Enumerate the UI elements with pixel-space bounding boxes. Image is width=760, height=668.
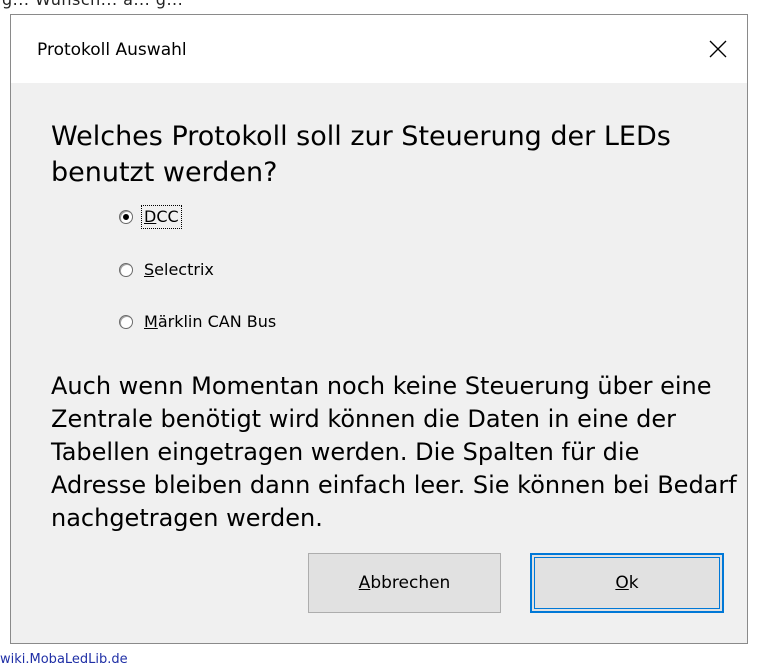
title-bar: Protokoll Auswahl — [11, 15, 747, 83]
radio-option-dcc[interactable]: DCC — [119, 205, 182, 229]
radio-button-selectrix[interactable] — [119, 263, 133, 277]
radio-button-maerklin-can-bus[interactable] — [119, 315, 133, 329]
radio-option-selectrix[interactable]: Selectrix — [119, 259, 216, 281]
radio-option-maerklin-can-bus[interactable]: Märklin CAN Bus — [119, 311, 278, 333]
radio-label-selectrix[interactable]: Selectrix — [142, 259, 216, 281]
background-link[interactable]: wiki.MobaLedLib.de — [0, 644, 200, 668]
info-text: Auch wenn Momentan noch keine Steuerung … — [51, 372, 737, 532]
radio-label-dcc[interactable]: DCC — [141, 205, 182, 229]
radio-button-dcc[interactable] — [119, 210, 133, 224]
cancel-button[interactable]: Abbrechen — [308, 553, 501, 613]
question-text: Welches Protokoll soll zur Steuerung der… — [51, 121, 671, 188]
protocol-selection-dialog: Protokoll Auswahl Welches Protokoll soll… — [10, 14, 748, 644]
background-window-text: g... Wunsch... a... g... — [0, 0, 760, 12]
ok-button[interactable]: Ok — [530, 553, 724, 613]
close-button[interactable] — [689, 15, 747, 83]
close-icon — [709, 40, 727, 58]
radio-label-maerklin-can-bus[interactable]: Märklin CAN Bus — [142, 311, 278, 333]
dialog-title: Protokoll Auswahl — [37, 40, 187, 60]
